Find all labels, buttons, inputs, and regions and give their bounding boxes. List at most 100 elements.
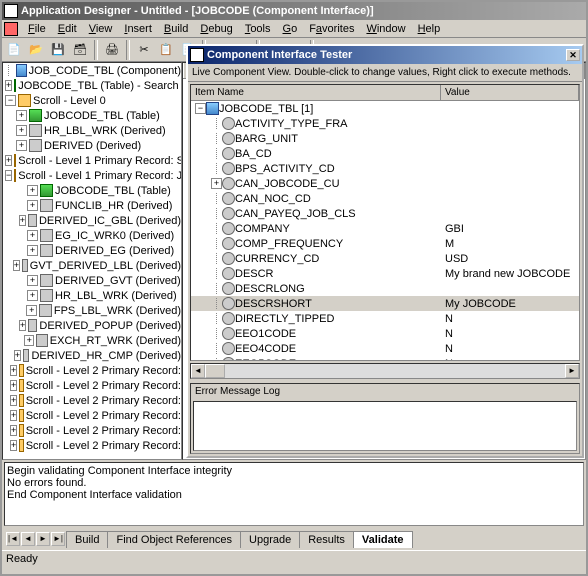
dialog-row[interactable]: COMP_FREQUENCYM (191, 236, 579, 251)
tree-node[interactable]: +DERIVED_IC_GBL (Derived) (3, 213, 181, 228)
expand-icon[interactable]: + (10, 425, 17, 436)
col-item-name[interactable]: Item Name (191, 85, 441, 100)
toolbar-new-icon[interactable]: 📄 (4, 40, 24, 60)
expand-icon[interactable]: + (27, 185, 38, 196)
expand-icon[interactable]: + (10, 380, 17, 391)
expand-icon[interactable]: + (27, 245, 38, 256)
tree-node[interactable]: JOB_CODE_TBL (Component) (3, 63, 181, 78)
dialog-row[interactable]: EEO4CODEN (191, 341, 579, 356)
collapse-icon[interactable]: − (195, 103, 206, 114)
toolbar-copy-icon[interactable]: 📋 (156, 40, 176, 60)
scroll-left-icon[interactable]: ◄ (191, 364, 205, 378)
collapse-icon[interactable]: − (5, 170, 12, 181)
dialog-row[interactable]: CAN_NOC_CD (191, 191, 579, 206)
expand-icon[interactable]: + (5, 155, 12, 166)
close-icon[interactable]: ✕ (566, 49, 580, 61)
tree-node[interactable]: +HR_LBL_WRK (Derived) (3, 123, 181, 138)
col-value[interactable]: Value (441, 85, 579, 100)
dialog-row[interactable]: +CAN_JOBCODE_CU (191, 176, 579, 191)
dialog-row[interactable]: −JOBCODE_TBL [1] (191, 101, 579, 116)
menu-file[interactable]: File (22, 23, 52, 35)
expand-icon[interactable]: + (19, 215, 27, 226)
expand-icon[interactable]: + (10, 365, 17, 376)
tree-node[interactable]: +HR_LBL_WRK (Derived) (3, 288, 181, 303)
tree-node[interactable]: +EG_IC_WRK0 (Derived) (3, 228, 181, 243)
dialog-row[interactable]: BA_CD (191, 146, 579, 161)
menu-help[interactable]: Help (412, 23, 447, 35)
expand-icon[interactable]: + (16, 125, 27, 136)
dialog-row[interactable]: DESCRLONG (191, 281, 579, 296)
dialog-row[interactable]: CAN_PAYEQ_JOB_CLS (191, 206, 579, 221)
toolbar-cut-icon[interactable]: ✂ (134, 40, 154, 60)
dialog-row[interactable]: EEO1CODEN (191, 326, 579, 341)
tree-node[interactable]: +JOBCODE_TBL (Table) (3, 183, 181, 198)
expand-icon[interactable]: + (14, 350, 21, 361)
tree-node[interactable]: +DERIVED_GVT (Derived) (3, 273, 181, 288)
tree-node[interactable]: +Scroll - Level 2 Primary Record: (3, 438, 181, 453)
expand-icon[interactable]: + (27, 230, 38, 241)
expand-icon[interactable]: + (5, 80, 12, 91)
tree-node[interactable]: +DERIVED_POPUP (Derived) (3, 318, 181, 333)
expand-icon[interactable]: + (211, 178, 222, 189)
dialog-row[interactable]: ACTIVITY_TYPE_FRA (191, 116, 579, 131)
expand-icon[interactable]: + (16, 140, 27, 151)
dialog-row[interactable]: BPS_ACTIVITY_CD (191, 161, 579, 176)
tree-node[interactable]: +Scroll - Level 1 Primary Record: SET (3, 153, 181, 168)
dialog-row[interactable]: COMPANYGBI (191, 221, 579, 236)
output-panel[interactable]: Begin validating Component Interface int… (4, 462, 584, 526)
menu-view[interactable]: View (83, 23, 119, 35)
tab-first-icon[interactable]: |◄ (6, 532, 20, 546)
dialog-row[interactable]: DIRECTLY_TIPPEDN (191, 311, 579, 326)
expand-icon[interactable]: + (13, 260, 20, 271)
expand-icon[interactable]: + (10, 410, 17, 421)
dialog-row[interactable]: CURRENCY_CDUSD (191, 251, 579, 266)
expand-icon[interactable]: + (10, 440, 17, 451)
expand-icon[interactable]: + (19, 320, 27, 331)
expand-icon[interactable]: + (26, 305, 37, 316)
tree-node[interactable]: −Scroll - Level 0 (3, 93, 181, 108)
tree-node[interactable]: +Scroll - Level 2 Primary Record: (3, 423, 181, 438)
horizontal-scrollbar[interactable]: ◄ ► (190, 363, 580, 379)
expand-icon[interactable]: + (10, 395, 17, 406)
project-tree[interactable]: JOB_CODE_TBL (Component) +JOBCODE_TBL (Ta… (2, 62, 182, 460)
expand-icon[interactable]: + (27, 290, 38, 301)
tree-node[interactable]: +Scroll - Level 2 Primary Record: (3, 408, 181, 423)
tab-validate[interactable]: Validate (353, 531, 413, 548)
menu-debug[interactable]: Debug (194, 23, 238, 35)
tree-node[interactable]: −Scroll - Level 1 Primary Record: JOB (3, 168, 181, 183)
menu-go[interactable]: Go (277, 23, 304, 35)
menu-window[interactable]: Window (360, 23, 411, 35)
dialog-row[interactable]: BARG_UNIT (191, 131, 579, 146)
tree-node[interactable]: +FUNCLIB_HR (Derived) (3, 198, 181, 213)
toolbar-saveall-icon[interactable]: 🗃 (70, 40, 90, 60)
error-log-body[interactable] (193, 401, 577, 451)
dialog-grid[interactable]: Item Name Value −JOBCODE_TBL [1]ACTIVITY… (190, 84, 580, 361)
toolbar-save-icon[interactable]: 💾 (48, 40, 68, 60)
dialog-row[interactable]: DESCRMy brand new JOBCODE (191, 266, 579, 281)
tab-results[interactable]: Results (299, 531, 354, 548)
expand-icon[interactable]: + (24, 335, 34, 346)
expand-icon[interactable]: + (27, 275, 38, 286)
tab-prev-icon[interactable]: ◄ (21, 532, 35, 546)
tab-next-icon[interactable]: ► (36, 532, 50, 546)
tab-build[interactable]: Build (66, 531, 108, 548)
tab-last-icon[interactable]: ►| (51, 532, 65, 546)
dialog-row[interactable]: DESCRSHORTMy JOBCODE (191, 296, 579, 311)
tree-node[interactable]: +DERIVED_EG (Derived) (3, 243, 181, 258)
tree-node[interactable]: +Scroll - Level 2 Primary Record: (3, 393, 181, 408)
menu-insert[interactable]: Insert (118, 23, 158, 35)
tree-node[interactable]: +DERIVED (Derived) (3, 138, 181, 153)
tree-node[interactable]: +EXCH_RT_WRK (Derived) (3, 333, 181, 348)
tab-find-refs[interactable]: Find Object References (107, 531, 241, 548)
tree-node[interactable]: +Scroll - Level 2 Primary Record: (3, 363, 181, 378)
expand-icon[interactable]: + (16, 110, 27, 121)
tree-node[interactable]: +FPS_LBL_WRK (Derived) (3, 303, 181, 318)
tree-node[interactable]: +DERIVED_HR_CMP (Derived) (3, 348, 181, 363)
collapse-icon[interactable]: − (5, 95, 16, 106)
tree-node[interactable]: +GVT_DERIVED_LBL (Derived) (3, 258, 181, 273)
tree-node[interactable]: +JOBCODE_TBL (Table) (3, 108, 181, 123)
expand-icon[interactable]: + (27, 200, 38, 211)
menu-build[interactable]: Build (158, 23, 194, 35)
scroll-thumb[interactable] (205, 364, 225, 378)
scroll-right-icon[interactable]: ► (565, 364, 579, 378)
